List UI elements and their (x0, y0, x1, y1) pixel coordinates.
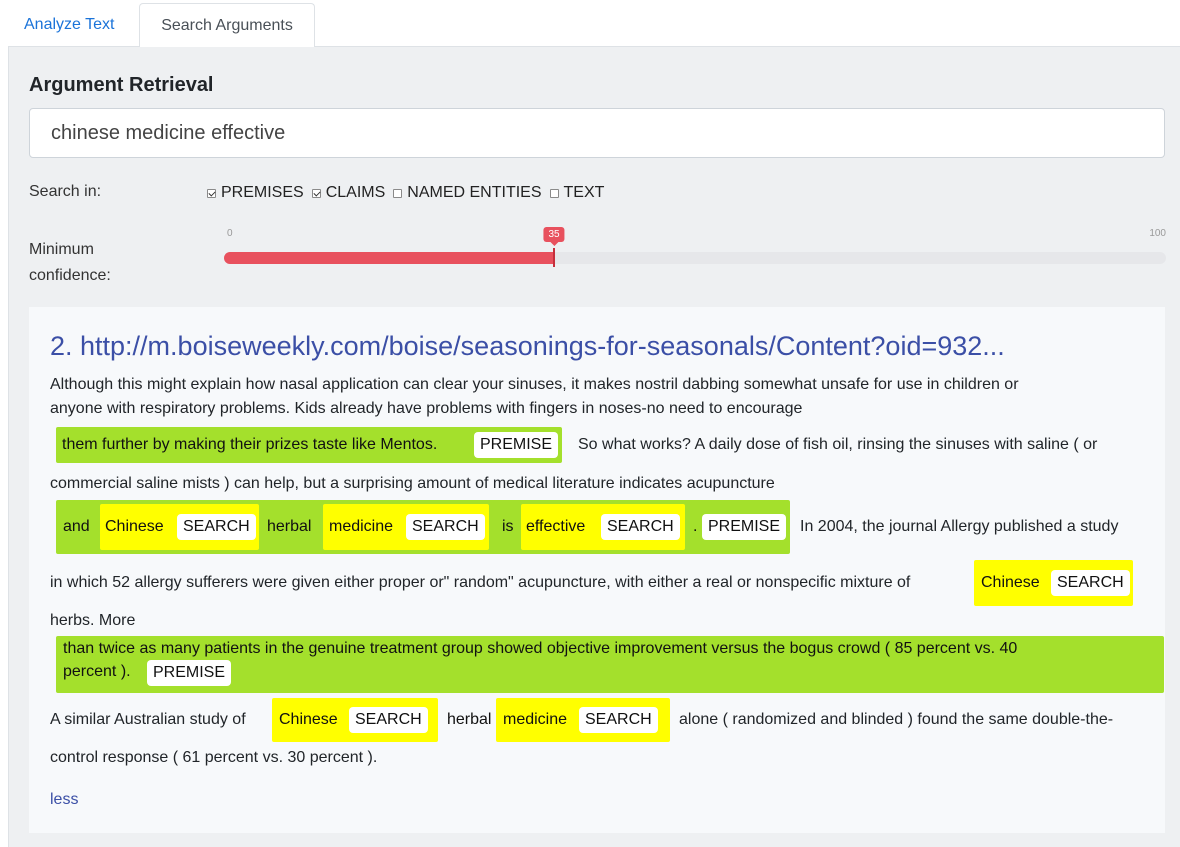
show-less-link[interactable]: less (50, 791, 78, 809)
result-word: herbal (447, 711, 492, 728)
premise-word: is (502, 518, 514, 535)
slider-handle[interactable] (553, 248, 555, 267)
premise-word: . (693, 518, 698, 535)
option-label: PREMISES (221, 184, 304, 201)
premise-text: percent ). (63, 663, 131, 680)
confidence-slider[interactable]: 0 100 35 (224, 227, 1166, 277)
result-text-line: in which 52 allergy sufferers were given… (50, 574, 911, 591)
panel-heading: Argument Retrieval (29, 74, 214, 96)
premise-tag: PREMISE (474, 432, 559, 458)
confidence-label-line: confidence: (29, 267, 111, 284)
result-title-link[interactable]: 2. http://m.boiseweekly.com/boise/season… (50, 331, 1150, 362)
option-premises[interactable]: PREMISES (207, 184, 304, 202)
slider-fill (224, 252, 554, 264)
search-term: Chinese (279, 711, 338, 728)
result-text-line: A similar Australian study of (50, 711, 246, 728)
result-text-line: alone ( randomized and blinded ) found t… (679, 711, 1114, 728)
result-text-line: Although this might explain how nasal ap… (50, 376, 1019, 393)
option-text[interactable]: TEXT (549, 184, 605, 202)
search-in-label: Search in: (29, 183, 102, 200)
result-text-line: herbs. More (50, 612, 136, 629)
result-text-line: anyone with respiratory problems. Kids a… (50, 400, 803, 417)
search-tag: SEARCH (349, 707, 428, 733)
result-text-line: control response ( 61 percent vs. 30 per… (50, 749, 378, 766)
premise-text: them further by making their prizes tast… (62, 436, 438, 453)
claims-checkbox[interactable] (311, 188, 321, 198)
search-tag: SEARCH (406, 514, 485, 540)
confidence-label-line: Minimum (29, 241, 94, 258)
search-tag: SEARCH (1051, 570, 1130, 596)
slider-min-label: 0 (227, 228, 233, 239)
search-input[interactable] (29, 108, 1165, 158)
search-term: medicine (329, 518, 394, 535)
premise-tag: PREMISE (147, 660, 232, 686)
premise-word: and (63, 518, 90, 535)
option-label: CLAIMS (325, 184, 386, 201)
result-text-line: In 2004, the journal Allergy published a… (800, 518, 1119, 535)
tab-search-arguments[interactable]: Search Arguments (139, 3, 315, 48)
named-entities-checkbox[interactable] (393, 188, 403, 198)
search-term: medicine (503, 711, 568, 728)
tab-analyze-text[interactable]: Analyze Text (8, 3, 130, 48)
premise-word: herbal (267, 518, 312, 535)
slider-value-tooltip: 35 (543, 227, 565, 246)
premise-tag: PREMISE (702, 514, 787, 540)
text-checkbox[interactable] (549, 188, 559, 198)
premises-checkbox[interactable] (207, 188, 216, 198)
search-term: effective (526, 518, 586, 535)
option-label: NAMED ENTITIES (407, 184, 542, 201)
tab-bar: Analyze Text Search Arguments (8, 0, 1180, 48)
option-label: TEXT (563, 184, 605, 201)
slider-track[interactable] (224, 252, 1166, 264)
result-card: 2. http://m.boiseweekly.com/boise/season… (29, 307, 1165, 833)
search-in-options: PREMISES CLAIMS NAMED ENTITIES TEXT (207, 184, 612, 202)
search-tag: SEARCH (177, 514, 256, 540)
confidence-label: Minimum confidence: (29, 237, 139, 289)
option-claims[interactable]: CLAIMS (311, 184, 386, 202)
search-term: Chinese (981, 574, 1040, 591)
option-named-entities[interactable]: NAMED ENTITIES (393, 184, 542, 202)
search-tag: SEARCH (601, 514, 680, 540)
premise-text: than twice as many patients in the genui… (63, 640, 1018, 657)
result-text-line: So what works? A daily dose of fish oil,… (578, 436, 1098, 453)
search-term: Chinese (105, 518, 164, 535)
slider-max-label: 100 (1149, 228, 1166, 239)
argument-retrieval-panel: Argument Retrieval Search in: PREMISES C… (8, 47, 1180, 847)
result-text-line: commercial saline mists ) can help, but … (50, 475, 775, 492)
search-tag: SEARCH (579, 707, 658, 733)
